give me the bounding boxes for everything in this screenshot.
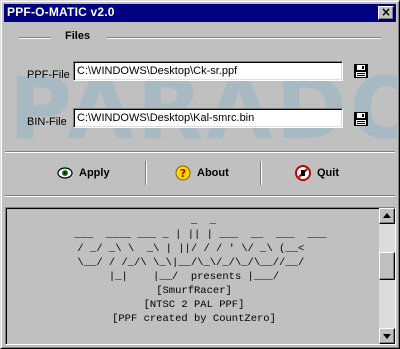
files-divider-right — [107, 37, 381, 39]
info-text-box[interactable]: _ _ ___ ____ ___ _ | || | ___ __ ___ ___… — [5, 207, 396, 345]
toolbar-divider-bottom — [5, 195, 395, 197]
quit-label: Quit — [317, 167, 339, 179]
about-button[interactable]: ? About — [175, 163, 229, 183]
apply-label: Apply — [79, 167, 110, 179]
apply-button[interactable]: Apply — [57, 163, 110, 183]
ppf-file-input[interactable]: C:\WINDOWS\Desktop\Ck-sr.ppf — [73, 61, 343, 81]
ppf-floppy-disk-icon[interactable] — [353, 63, 369, 79]
toolbar-separator-1 — [145, 161, 147, 185]
credit-line-1: |_| |__/ presents |___/ — [108, 271, 280, 283]
ascii-logo: _ _ ___ ____ ___ _ | || | ___ __ ___ ___… — [74, 215, 327, 269]
apply-eye-icon — [57, 167, 73, 179]
close-button[interactable]: × — [378, 5, 394, 20]
toolbar-divider-top — [5, 151, 395, 153]
scroll-thumb[interactable] — [379, 252, 395, 280]
info-text: _ _ ___ ____ ___ _ | || | ___ __ ___ ___… — [10, 214, 378, 326]
question-mark-icon: ? — [175, 165, 191, 181]
arrow-up-icon — [383, 213, 391, 218]
scroll-up-button[interactable] — [379, 208, 395, 224]
title-bar[interactable]: PPF-O-MATIC v2.0 × — [4, 4, 396, 22]
quit-button[interactable]: Quit — [295, 163, 339, 183]
credit-line-2: [SmurfRacer] — [156, 285, 232, 297]
toolbar: Apply ? About Quit — [5, 159, 397, 187]
bin-file-input[interactable]: C:\WINDOWS\Desktop\Kal-smrc.bin — [73, 108, 343, 128]
arrow-down-icon — [383, 334, 391, 339]
about-label: About — [197, 167, 229, 179]
vertical-scrollbar[interactable] — [379, 208, 395, 344]
scroll-down-button[interactable] — [379, 328, 395, 344]
ppf-o-matic-window: PPF-O-MATIC v2.0 × PARADOX Files PPF-Fil… — [0, 0, 400, 349]
svg-text:?: ? — [180, 167, 186, 180]
credit-line-4: [PPF created by CountZero] — [112, 313, 276, 325]
toolbar-separator-2 — [260, 161, 262, 185]
close-icon: × — [380, 5, 392, 19]
bin-file-label: BIN-File — [27, 116, 67, 128]
window-title: PPF-O-MATIC v2.0 — [7, 5, 115, 19]
credit-line-3: [NTSC 2 PAL PPF] — [143, 299, 245, 311]
files-legend: Files — [65, 30, 91, 42]
quit-stop-icon — [295, 165, 311, 181]
ppf-file-label: PPF-File — [27, 69, 70, 81]
files-divider-left — [19, 37, 51, 39]
bin-floppy-disk-icon[interactable] — [353, 111, 369, 127]
